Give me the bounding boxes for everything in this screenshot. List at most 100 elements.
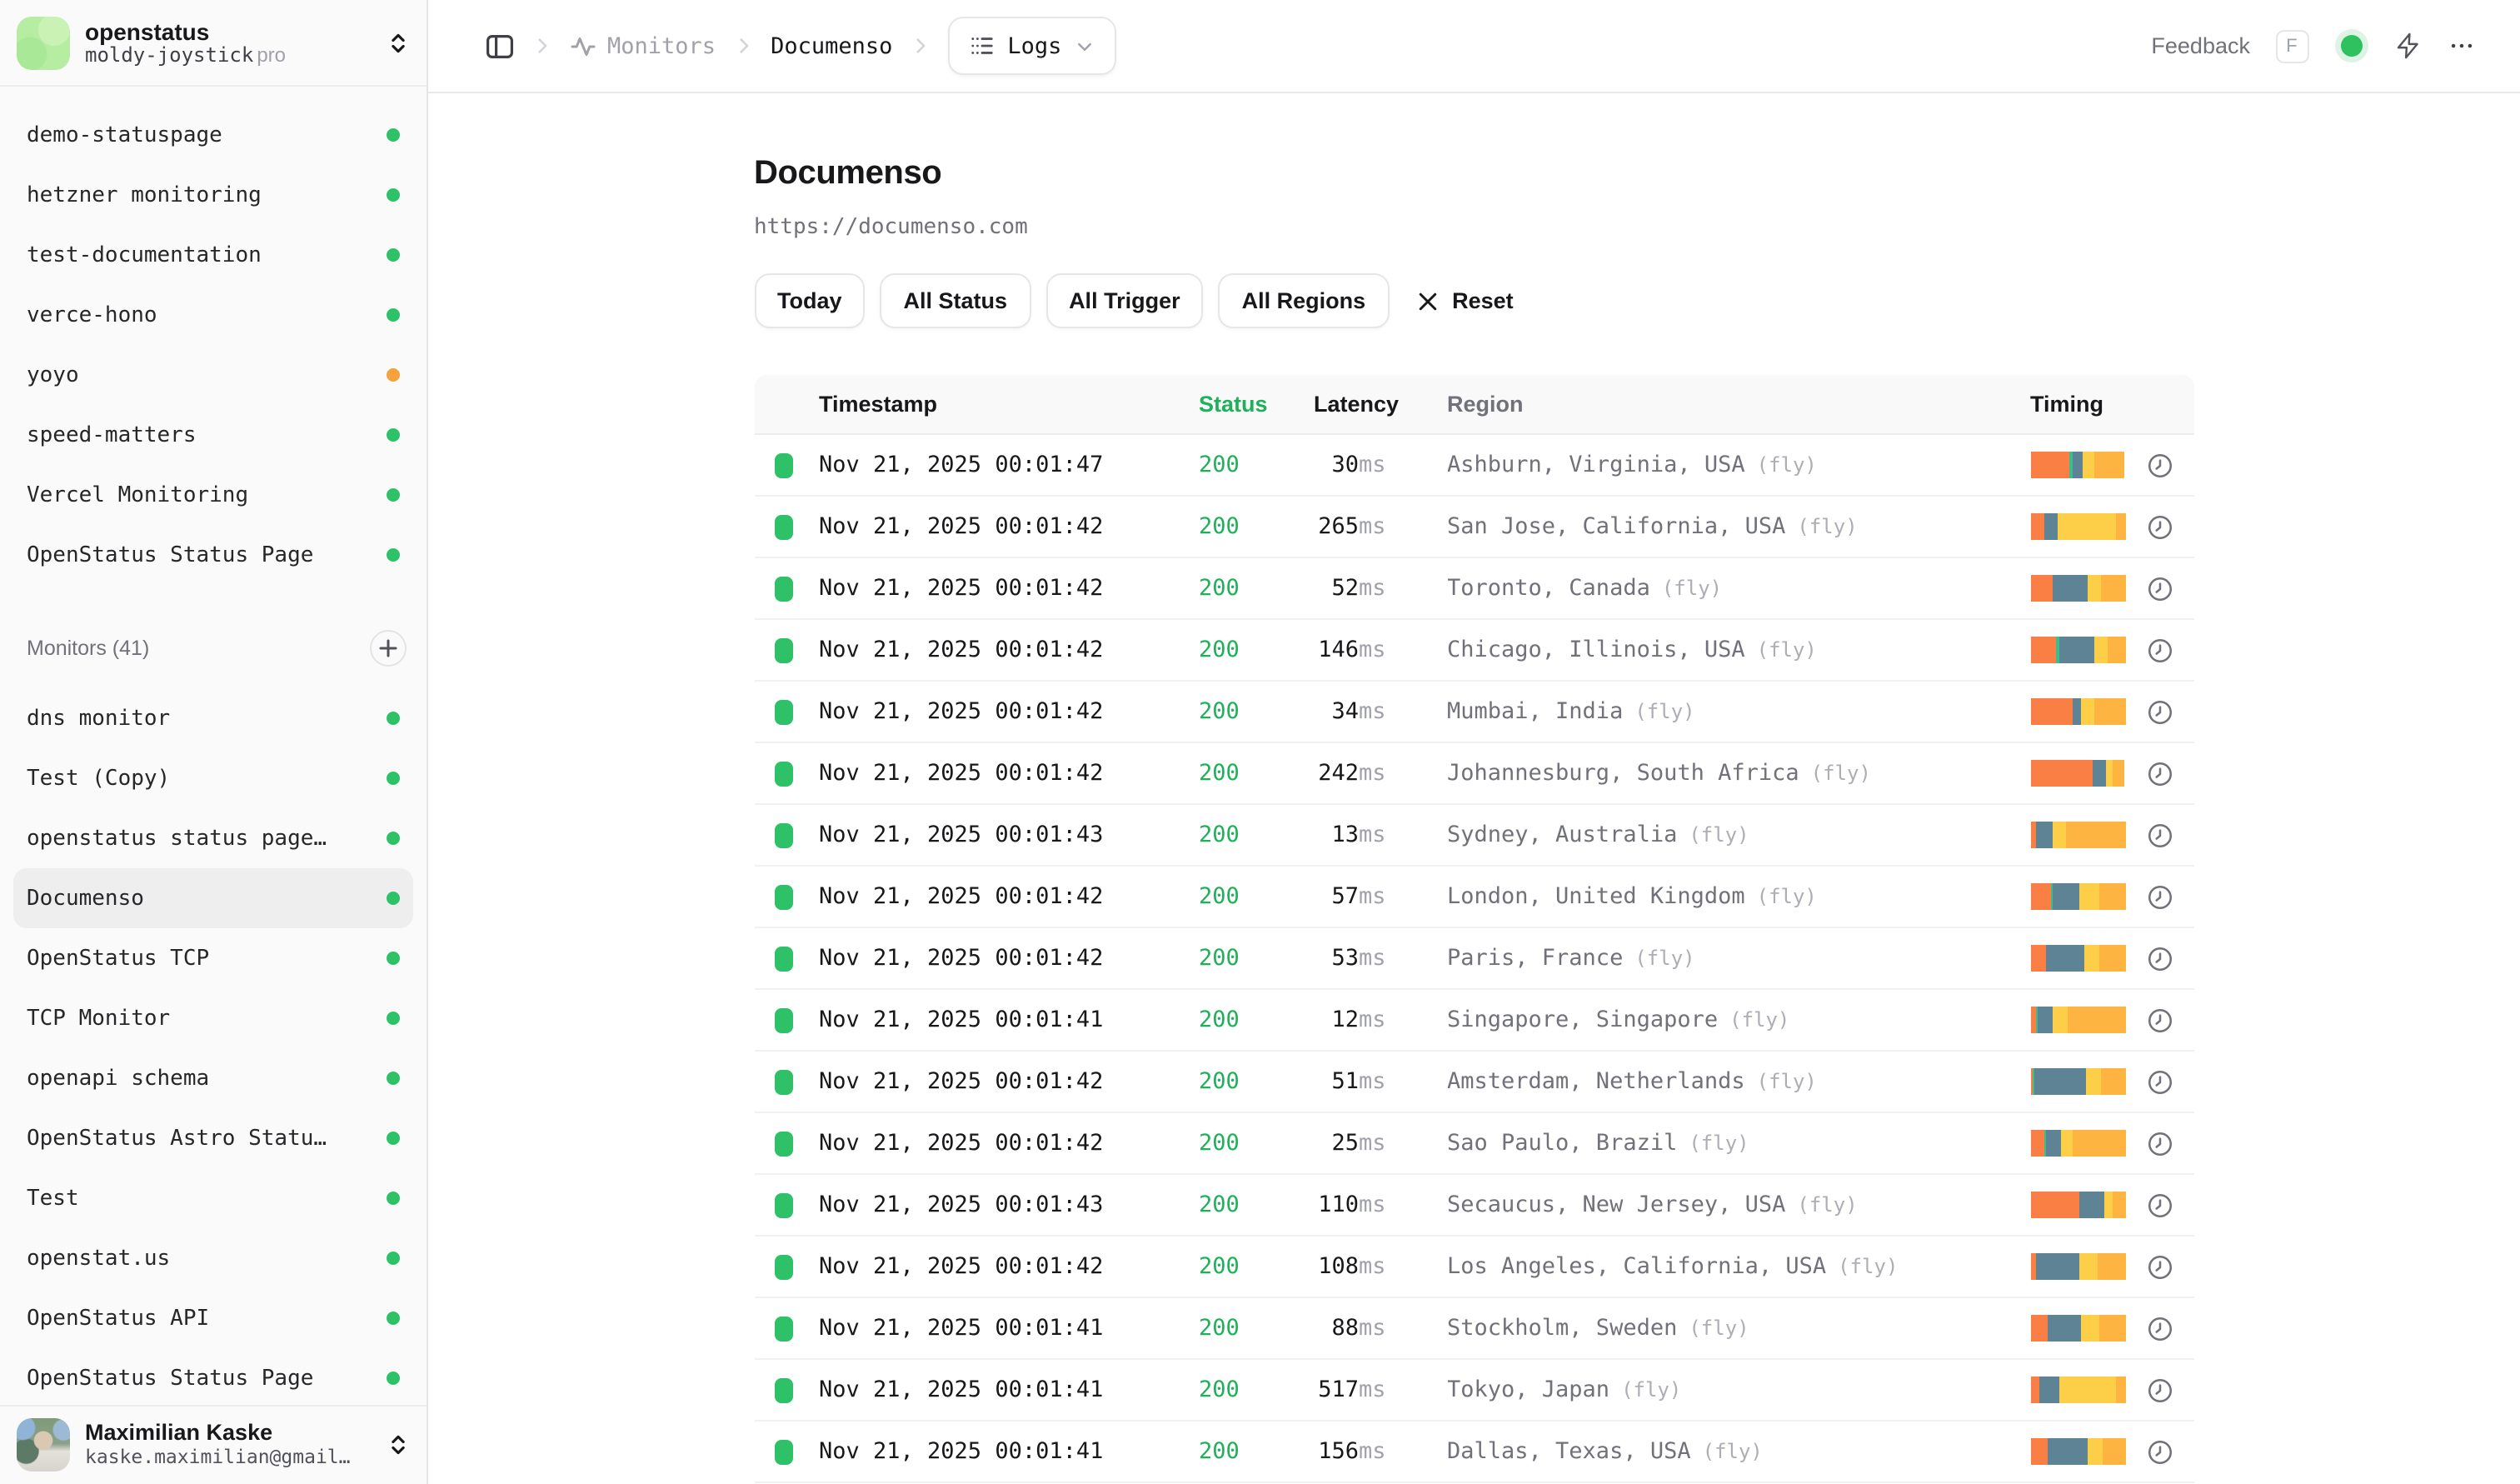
view-selector-button[interactable]: Logs [947,17,1116,75]
status-dot-icon [386,188,399,202]
sidebar-page-yoyo[interactable]: yoyo [13,345,412,405]
column-header-timestamp[interactable]: Timestamp [819,392,1199,417]
column-header-status[interactable]: Status [1199,392,1314,417]
breadcrumb-monitors[interactable]: Monitors [569,32,716,59]
clock-icon[interactable] [2125,512,2193,541]
user-meta: Maximilian Kaske kaske.maximilian@gmail… [85,1420,371,1470]
sidebar-monitor-tcp-monitor[interactable]: TCP Monitor [13,988,412,1048]
sidebar-monitor-openstat-us[interactable]: openstat.us [13,1228,412,1288]
sidebar-page-test-documentation[interactable]: test-documentation [13,225,412,285]
clock-icon[interactable] [2125,574,2193,602]
reset-filters-button[interactable]: Reset [1415,288,1514,313]
sidebar-monitor-openstatus-status-page[interactable]: OpenStatus Status Page [13,1348,412,1404]
sidebar-scroll-area[interactable]: demo-statuspage hetzner monitoring test-… [0,87,426,1404]
sidebar-monitor-documenso[interactable]: Documenso [13,868,412,928]
table-row[interactable]: Nov 21, 2025 00:01:47 200 30ms Ashburn, … [754,435,2193,497]
sidebar-monitor-openstatus-api[interactable]: OpenStatus API [13,1288,412,1348]
clock-icon[interactable] [2125,636,2193,664]
timing-bar [2030,822,2125,848]
sidebar-monitor-openstatus-astro-statu[interactable]: OpenStatus Astro Statu… [13,1108,412,1168]
row-latency: 517ms [1314,1377,1447,1403]
trigger-filter-button[interactable]: All Trigger [1045,273,1204,328]
sidebar: openstatus moldy-joystickpro demo-status… [0,0,427,1484]
table-row[interactable]: Nov 21, 2025 00:01:41 200 156ms Dallas, … [754,1422,2193,1483]
command-button[interactable] [2393,32,2422,60]
breadcrumb-monitor-name[interactable]: Documenso [771,32,892,59]
row-timestamp: Nov 21, 2025 00:01:42 [819,945,1199,972]
global-status-dot-icon[interactable] [2340,35,2362,57]
table-row[interactable]: Nov 21, 2025 00:01:42 200 34ms Mumbai, I… [754,682,2193,743]
clock-icon[interactable] [2125,1252,2193,1281]
more-options-button[interactable] [2447,32,2475,60]
table-row[interactable]: Nov 21, 2025 00:01:42 200 51ms Amsterdam… [754,1052,2193,1113]
table-row[interactable]: Nov 21, 2025 00:01:41 200 12ms Singapore… [754,990,2193,1052]
sidebar-monitor-dns-monitor[interactable]: dns monitor [13,688,412,748]
sidebar-monitor-openapi-schema[interactable]: openapi schema [13,1048,412,1108]
sidebar-page-demo-statuspage[interactable]: demo-statuspage [13,105,412,165]
clock-icon[interactable] [2125,1191,2193,1219]
clock-icon[interactable] [2125,944,2193,972]
table-row[interactable]: Nov 21, 2025 00:01:41 200 517ms Tokyo, J… [754,1360,2193,1422]
clock-icon[interactable] [2125,759,2193,787]
sidebar-page-hetzner-monitoring[interactable]: hetzner monitoring [13,165,412,225]
table-row[interactable]: Nov 21, 2025 00:01:42 200 265ms San Jose… [754,497,2193,558]
sidebar-page-verce-hono[interactable]: verce-hono [13,285,412,345]
table-row[interactable]: Nov 21, 2025 00:01:41 200 88ms Stockholm… [754,1298,2193,1360]
sidebar-item-label: OpenStatus Status Page [27,542,313,567]
row-region: Tokyo, Japan(fly) [1447,1377,2030,1403]
chevron-right-icon [531,35,552,57]
sidebar-monitor-test-copy[interactable]: Test (Copy) [13,748,412,808]
row-latency: 57ms [1314,883,1447,910]
column-header-region[interactable]: Region [1447,392,2030,417]
clock-icon[interactable] [2125,1376,2193,1404]
column-header-timing[interactable]: Timing [2030,392,2125,417]
table-row[interactable]: Nov 21, 2025 00:01:42 200 52ms Toronto, … [754,558,2193,620]
sidebar-monitor-openstatus-status-page[interactable]: openstatus status page… [13,808,412,868]
table-row[interactable]: Nov 21, 2025 00:01:42 200 146ms Chicago,… [754,620,2193,682]
sidebar-monitor-test[interactable]: Test [13,1168,412,1228]
sidebar-item-label: OpenStatus API [27,1306,209,1331]
sidebar-page-openstatus-status-page[interactable]: OpenStatus Status Page [13,525,412,585]
feedback-shortcut-badge: F [2275,29,2308,62]
logs-icon [969,33,994,58]
table-row[interactable]: Nov 21, 2025 00:01:42 200 25ms Sao Paulo… [754,1113,2193,1175]
sidebar-monitor-openstatus-tcp[interactable]: OpenStatus TCP [13,928,412,988]
feedback-link[interactable]: Feedback [2151,33,2250,58]
table-row[interactable]: Nov 21, 2025 00:01:43 200 13ms Sydney, A… [754,805,2193,867]
table-row[interactable]: Nov 21, 2025 00:01:42 200 242ms Johannes… [754,743,2193,805]
content-area: Documenso https://documenso.com Today Al… [427,93,2520,1484]
sidebar-item-label: demo-statuspage [27,122,222,147]
clock-icon[interactable] [2125,1129,2193,1157]
regions-filter-button[interactable]: All Regions [1219,273,1390,328]
sidebar-page-vercel-monitoring[interactable]: Vercel Monitoring [13,465,412,525]
status-filter-button[interactable]: All Status [881,273,1031,328]
status-dot-icon [386,1132,399,1145]
org-avatar [17,16,70,69]
clock-icon[interactable] [2125,697,2193,726]
clock-icon[interactable] [2125,1314,2193,1342]
clock-icon[interactable] [2125,882,2193,911]
sidebar-toggle-button[interactable] [484,31,514,61]
clock-icon[interactable] [2125,1006,2193,1034]
org-plan-badge: pro [257,42,286,66]
clock-icon[interactable] [2125,821,2193,849]
column-header-latency[interactable]: Latency [1314,392,1447,417]
date-filter-button[interactable]: Today [754,273,866,328]
table-row[interactable]: Nov 21, 2025 00:01:42 200 57ms London, U… [754,867,2193,928]
row-status-indicator-icon [774,699,792,724]
row-latency: 12ms [1314,1007,1447,1033]
org-name: openstatus [85,17,371,44]
timing-bar [2030,1068,2125,1095]
clock-icon[interactable] [2125,451,2193,479]
org-switcher[interactable]: openstatus moldy-joystickpro [0,0,426,87]
user-menu[interactable]: Maximilian Kaske kaske.maximilian@gmail… [0,1404,426,1484]
clock-icon[interactable] [2125,1437,2193,1466]
sidebar-page-speed-matters[interactable]: speed-matters [13,405,412,465]
table-row[interactable]: Nov 21, 2025 00:01:42 200 108ms Los Ange… [754,1237,2193,1298]
clock-icon[interactable] [2125,1067,2193,1096]
sidebar-item-label: openstatus status page… [27,826,327,851]
row-status-code: 200 [1199,760,1314,787]
add-monitor-button[interactable] [369,630,406,667]
table-row[interactable]: Nov 21, 2025 00:01:43 200 110ms Secaucus… [754,1175,2193,1237]
table-row[interactable]: Nov 21, 2025 00:01:42 200 53ms Paris, Fr… [754,928,2193,990]
